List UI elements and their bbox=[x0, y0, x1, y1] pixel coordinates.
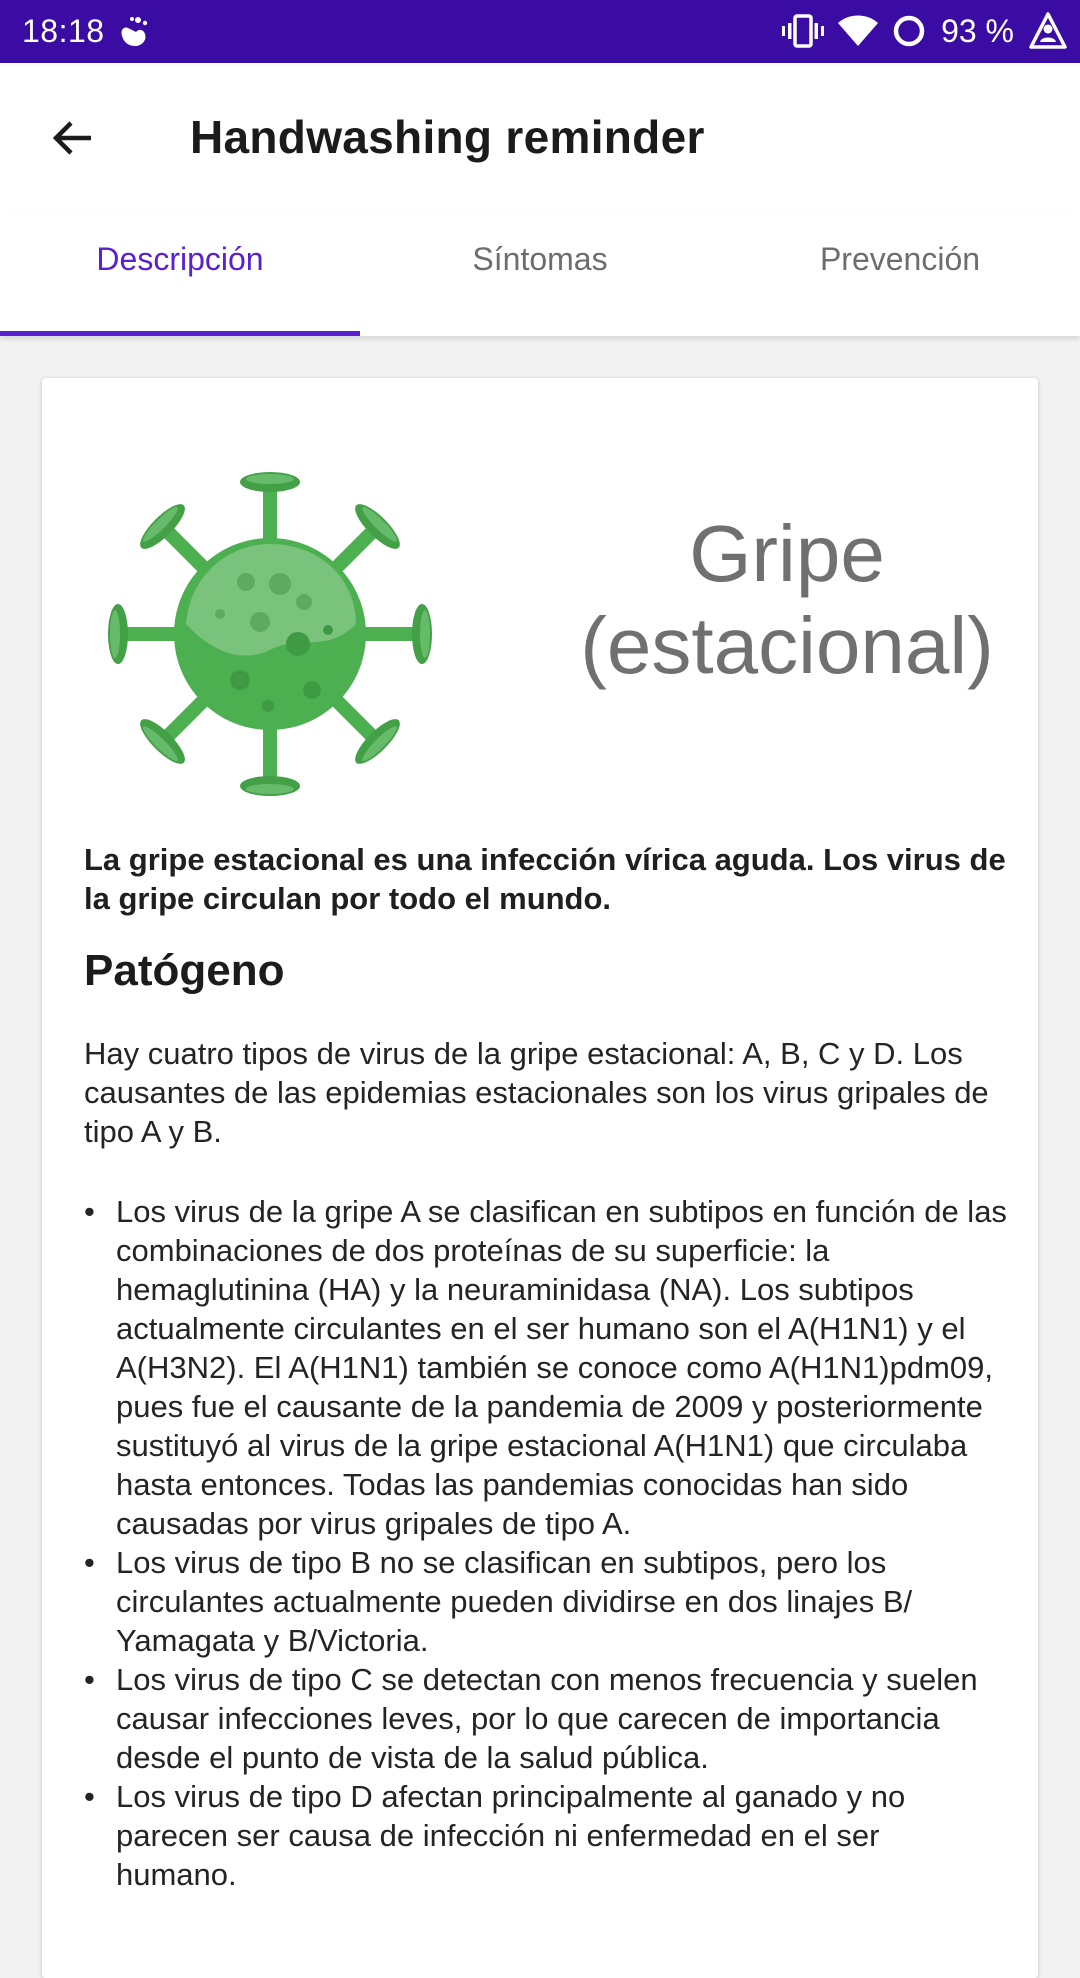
tab-label: Prevención bbox=[819, 241, 981, 277]
app-bar: Handwashing reminder bbox=[0, 63, 1080, 211]
list-item-text: Los virus de tipo C se detectan con meno… bbox=[116, 1662, 978, 1775]
page-title: Handwashing reminder bbox=[190, 111, 705, 163]
tab-sintomas[interactable]: Síntomas bbox=[360, 211, 720, 336]
status-icons: 93 % bbox=[781, 8, 1068, 54]
handwashing-app-icon bbox=[114, 12, 154, 52]
status-time: 18:18 bbox=[22, 13, 105, 49]
tab-label: Descripción bbox=[96, 241, 264, 277]
tab-label: Síntomas bbox=[472, 241, 608, 277]
tab-descripcion[interactable]: Descripción bbox=[0, 211, 360, 336]
bullet-dot: • bbox=[84, 1194, 95, 1229]
bullet-dot: • bbox=[84, 1662, 95, 1697]
vibrate-icon bbox=[781, 14, 825, 48]
disease-card: Gripe (estacional) La gripe estacional e… bbox=[42, 378, 1038, 1978]
pathogen-list: • Los virus de la gripe A se clasifican … bbox=[84, 1192, 1008, 1894]
wifi-icon bbox=[837, 14, 879, 48]
pathogen-paragraph: Hay cuatro tipos de virus de la gripe es… bbox=[84, 1036, 989, 1149]
disease-title-line2: (estacional) bbox=[580, 601, 994, 690]
back-button[interactable] bbox=[36, 103, 110, 177]
list-item-text: Los virus de la gripe A se clasifican en… bbox=[116, 1194, 1007, 1541]
disease-title: Gripe (estacional) bbox=[502, 508, 1072, 692]
list-item: • Los virus de la gripe A se clasifican … bbox=[84, 1192, 1008, 1543]
section-heading: Patógeno bbox=[84, 946, 285, 995]
list-item-text: Los virus de tipo B no se clasifican en … bbox=[116, 1545, 913, 1658]
disease-title-line1: Gripe bbox=[689, 509, 885, 598]
intro-text: La gripe estacional es una infección vír… bbox=[84, 842, 1006, 916]
sync-icon bbox=[891, 13, 927, 49]
bullet-dot: • bbox=[84, 1779, 95, 1814]
tab-prevencion[interactable]: Prevención bbox=[720, 211, 1080, 336]
arrow-back-icon bbox=[49, 114, 97, 167]
warning-user-icon bbox=[1028, 11, 1068, 51]
list-item: • Los virus de tipo B no se clasifican e… bbox=[84, 1543, 1008, 1660]
tab-bar: Descripción Síntomas Prevención bbox=[0, 211, 1080, 336]
status-bar: 18:18 93 % bbox=[0, 0, 1080, 63]
list-item: • Los virus de tipo C se detectan con me… bbox=[84, 1660, 1008, 1777]
list-item: • Los virus de tipo D afectan principalm… bbox=[84, 1777, 1008, 1894]
battery-percent: 93 % bbox=[941, 13, 1014, 49]
active-tab-indicator bbox=[0, 331, 360, 336]
list-item-text: Los virus de tipo D afectan principalmen… bbox=[116, 1779, 906, 1892]
virus-icon bbox=[90, 454, 450, 814]
bullet-dot: • bbox=[84, 1545, 95, 1580]
